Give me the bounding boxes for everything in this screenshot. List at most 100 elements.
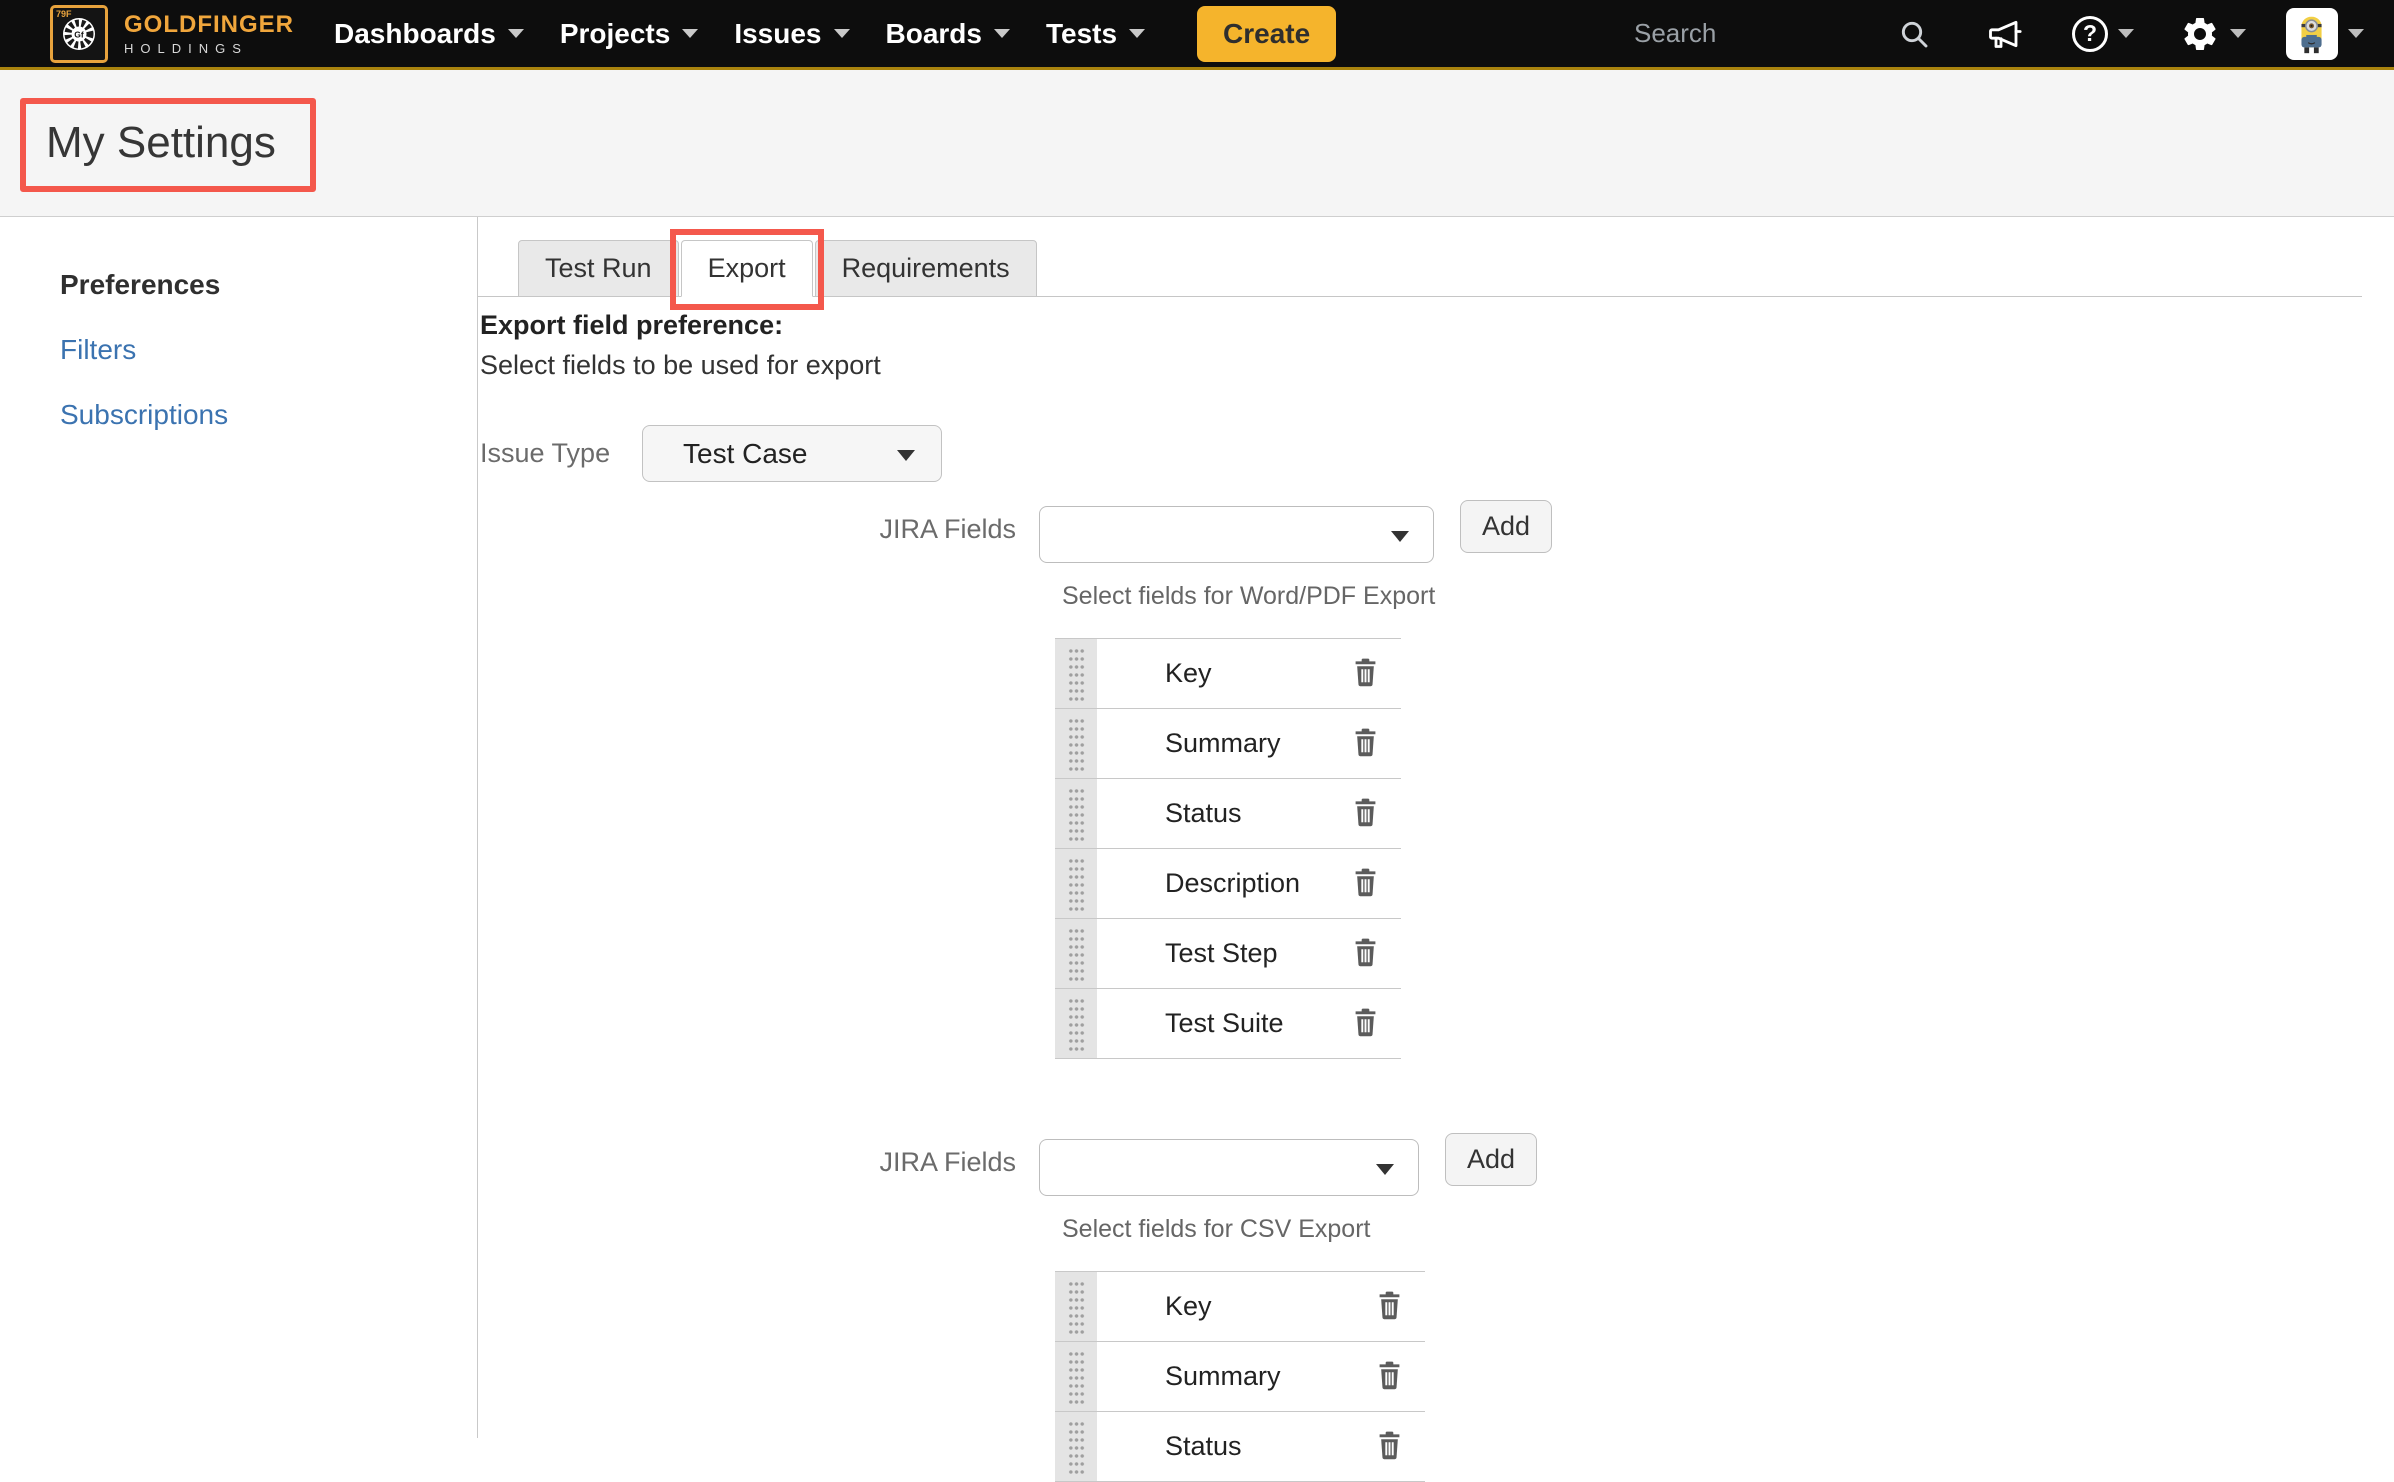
search-icon[interactable] [1898, 18, 1930, 50]
sidebar-heading: Preferences [60, 269, 477, 301]
trash-icon [1352, 867, 1379, 901]
field-row: Test Suite [1055, 989, 1401, 1059]
trash-icon [1376, 1430, 1403, 1464]
trash-icon [1376, 1290, 1403, 1324]
jira-fields-row-csv: JIRA Fields Add [480, 1133, 2394, 1196]
main-menu: Dashboards Projects Issues Boards Tests [334, 18, 1145, 50]
drag-handle[interactable] [1055, 709, 1097, 778]
tab-export-label: Export [708, 253, 786, 284]
field-row: Key [1055, 639, 1401, 709]
field-label: Description [1165, 868, 1300, 899]
tab-requirements-label: Requirements [842, 253, 1010, 284]
delete-field-button[interactable] [1367, 1355, 1411, 1399]
sidebar-item-subscriptions[interactable]: Subscriptions [60, 399, 477, 431]
goldfinger-logo: 79F Gf [50, 5, 108, 63]
main-content: Test Run Export Requirements Export fiel… [478, 217, 2394, 1438]
drag-handle[interactable] [1055, 1342, 1097, 1411]
menu-issues[interactable]: Issues [734, 18, 849, 50]
field-row: Summary [1055, 709, 1401, 779]
drag-handle[interactable] [1055, 1272, 1097, 1341]
brand-subtitle: HOLDINGS [124, 42, 294, 55]
delete-field-button[interactable] [1367, 1285, 1411, 1329]
issue-type-value: Test Case [683, 438, 808, 470]
delete-field-button[interactable] [1367, 1425, 1411, 1469]
brand[interactable]: 79F Gf GOLDFINGER HOLDINGS [50, 5, 294, 63]
chevron-down-icon [834, 29, 850, 38]
menu-projects[interactable]: Projects [560, 18, 699, 50]
drag-handle[interactable] [1055, 1412, 1097, 1481]
drag-handle[interactable] [1055, 779, 1097, 848]
drag-dots-icon [1068, 1280, 1085, 1334]
sidebar-item-filters[interactable]: Filters [60, 334, 477, 366]
jira-fields-row-wordpdf: JIRA Fields Add [480, 500, 2394, 563]
issue-type-label: Issue Type [480, 438, 642, 469]
chevron-down-icon [2118, 29, 2134, 38]
field-label: Test Step [1165, 938, 1278, 969]
add-field-button-wordpdf[interactable]: Add [1460, 500, 1552, 553]
field-label: Test Suite [1165, 1008, 1284, 1039]
chevron-down-icon [1129, 29, 1145, 38]
trash-icon [1376, 1360, 1403, 1394]
delete-field-button[interactable] [1343, 1002, 1387, 1046]
drag-handle[interactable] [1055, 919, 1097, 988]
issue-type-row: Issue Type Test Case [480, 425, 2394, 482]
menu-dashboards-label: Dashboards [334, 18, 496, 50]
trash-icon [1352, 797, 1379, 831]
help-icon: ? [2072, 16, 2108, 52]
gear-icon [2180, 14, 2220, 54]
drag-dots-icon [1068, 1420, 1085, 1474]
settings-menu[interactable] [2180, 14, 2246, 54]
brand-text: GOLDFINGER HOLDINGS [124, 13, 294, 55]
delete-field-button[interactable] [1343, 722, 1387, 766]
trash-icon [1352, 1007, 1379, 1041]
drag-handle[interactable] [1055, 639, 1097, 708]
page-header: My Settings [0, 70, 2394, 217]
menu-boards-label: Boards [886, 18, 982, 50]
field-label: Status [1165, 1431, 1242, 1462]
menu-dashboards[interactable]: Dashboards [334, 18, 524, 50]
add-field-button-csv[interactable]: Add [1445, 1133, 1537, 1186]
field-row: Status [1055, 779, 1401, 849]
field-row: Description [1055, 849, 1401, 919]
trash-icon [1352, 657, 1379, 691]
export-heading: Export field preference: [480, 310, 2394, 341]
menu-tests-label: Tests [1046, 18, 1117, 50]
chevron-down-icon [682, 29, 698, 38]
delete-field-button[interactable] [1343, 862, 1387, 906]
field-label: Summary [1165, 1361, 1281, 1392]
tab-requirements[interactable]: Requirements [815, 240, 1037, 297]
menu-projects-label: Projects [560, 18, 671, 50]
user-menu[interactable] [2286, 8, 2364, 60]
minion-avatar-icon [2289, 11, 2335, 57]
tab-test-run[interactable]: Test Run [518, 240, 679, 297]
chevron-down-icon [1376, 1164, 1394, 1175]
delete-field-button[interactable] [1343, 932, 1387, 976]
settings-sidebar: Preferences Filters Subscriptions [0, 217, 478, 1438]
drag-dots-icon [1068, 927, 1085, 981]
help-menu[interactable]: ? [2072, 16, 2134, 52]
field-label: Summary [1165, 728, 1281, 759]
field-row: Summary [1055, 1342, 1425, 1412]
drag-dots-icon [1068, 1350, 1085, 1404]
drag-dots-icon [1068, 647, 1085, 701]
create-button[interactable]: Create [1197, 6, 1336, 62]
nav-right-group: ? [1634, 8, 2364, 60]
delete-field-button[interactable] [1343, 652, 1387, 696]
jira-fields-select-csv[interactable] [1039, 1139, 1419, 1196]
page-title: My Settings [46, 118, 276, 168]
jira-fields-select-wordpdf[interactable] [1039, 506, 1434, 563]
menu-tests[interactable]: Tests [1046, 18, 1145, 50]
drag-handle[interactable] [1055, 849, 1097, 918]
csv-caption: Select fields for CSV Export [1062, 1215, 2394, 1244]
megaphone-icon[interactable] [1986, 14, 2026, 54]
svg-text:Gf: Gf [74, 29, 84, 39]
delete-field-button[interactable] [1343, 792, 1387, 836]
menu-boards[interactable]: Boards [886, 18, 1010, 50]
issue-type-select[interactable]: Test Case [642, 425, 942, 482]
field-row: Status [1055, 1412, 1425, 1482]
avatar [2286, 8, 2338, 60]
tab-export[interactable]: Export [681, 240, 813, 297]
drag-handle[interactable] [1055, 989, 1097, 1058]
drag-dots-icon [1068, 787, 1085, 841]
search-input[interactable] [1634, 18, 1898, 49]
